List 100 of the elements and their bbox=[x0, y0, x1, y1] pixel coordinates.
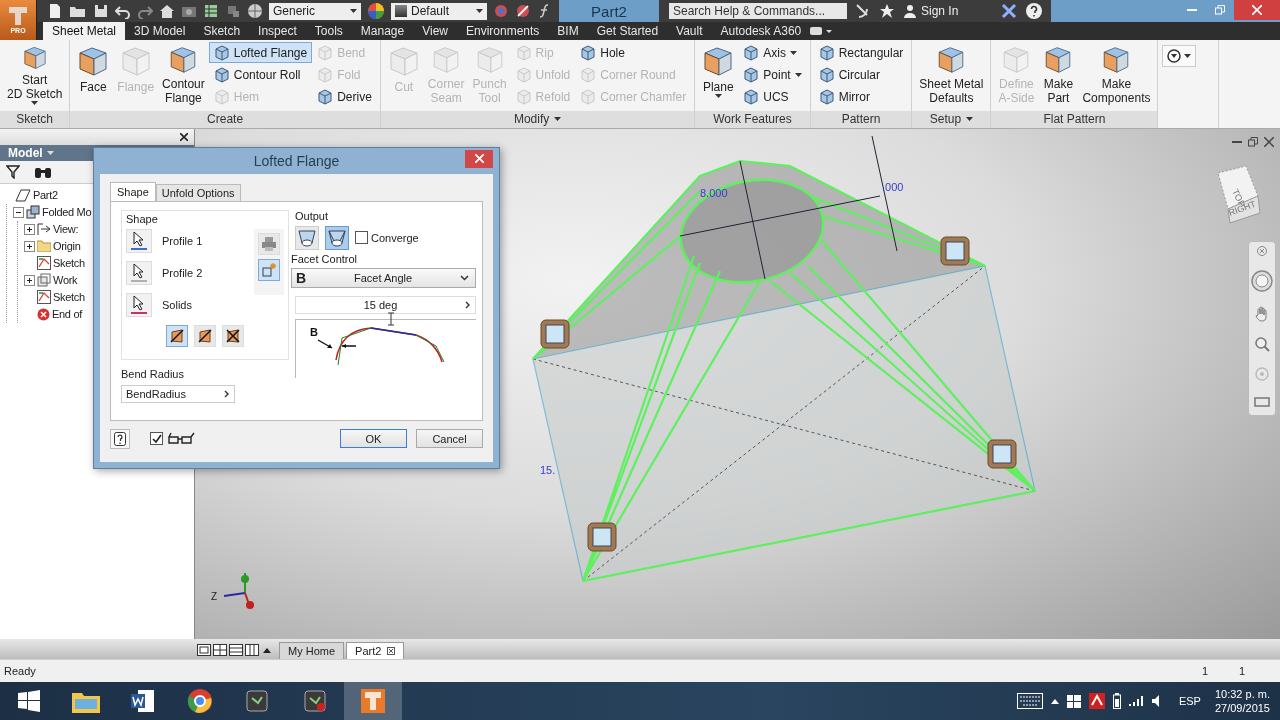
bend-radius-field[interactable]: BendRadius bbox=[121, 384, 235, 403]
zoom-icon[interactable] bbox=[1254, 335, 1270, 352]
tree-item[interactable]: Folded Mo bbox=[42, 206, 92, 219]
output-mode-button[interactable] bbox=[325, 225, 349, 250]
ribbon-button[interactable]: Make Part bbox=[1039, 43, 1078, 107]
ribbon-button[interactable]: Rectangular bbox=[814, 43, 908, 62]
clock[interactable]: 10:32 p. m. 27/09/2015 bbox=[1214, 687, 1270, 715]
ribbon-tab[interactable]: Environments bbox=[457, 22, 549, 40]
ribbon-button[interactable]: Point bbox=[739, 65, 806, 84]
select-button[interactable] bbox=[126, 292, 152, 317]
close-icon[interactable] bbox=[180, 132, 188, 141]
signal-icon[interactable] bbox=[1128, 695, 1143, 707]
ribbon-tab[interactable]: Inspect bbox=[249, 22, 306, 40]
preview-checkbox[interactable] bbox=[150, 432, 163, 446]
shield-icon[interactable] bbox=[1088, 693, 1105, 709]
tree-item[interactable]: Origin bbox=[53, 240, 81, 253]
language-indicator[interactable]: ESP bbox=[1172, 695, 1207, 707]
save-icon[interactable] bbox=[93, 3, 109, 19]
ribbon-button[interactable]: UCS bbox=[739, 87, 806, 106]
tree-item[interactable]: Sketch bbox=[53, 291, 85, 304]
window-layout-icon[interactable] bbox=[213, 644, 227, 657]
ribbon-button[interactable]: Axis bbox=[739, 43, 806, 62]
new-file-icon[interactable] bbox=[47, 3, 63, 19]
globe-icon[interactable] bbox=[247, 3, 263, 19]
ribbon-button[interactable]: Sheet Metal Defaults bbox=[916, 43, 987, 107]
ribbon-tab[interactable]: Sheet Metal bbox=[43, 22, 126, 40]
ribbon-button[interactable]: Mirror bbox=[814, 87, 908, 106]
undo-icon[interactable] bbox=[115, 3, 131, 19]
close-button[interactable] bbox=[1234, 0, 1280, 20]
window-layout-icon[interactable] bbox=[245, 644, 259, 657]
filter-icon[interactable] bbox=[6, 164, 20, 179]
panel-title[interactable]: Sketch bbox=[0, 110, 70, 128]
panel-title[interactable]: Create bbox=[70, 110, 380, 128]
view-cube[interactable] bbox=[1217, 165, 1261, 224]
ribbon-button[interactable]: Make Components bbox=[1079, 43, 1154, 107]
output-mode-button[interactable] bbox=[295, 225, 319, 250]
star-icon[interactable] bbox=[879, 3, 895, 19]
panel-title[interactable]: Flat Pattern bbox=[991, 110, 1158, 128]
home-icon[interactable] bbox=[159, 3, 175, 19]
window-layout-icon[interactable] bbox=[229, 644, 243, 657]
ribbon-button[interactable]: Derive bbox=[313, 87, 376, 106]
dimension-label[interactable]: .000 bbox=[882, 180, 904, 193]
tree-item[interactable]: Sketch bbox=[53, 257, 85, 270]
ribbon-tab[interactable]: View bbox=[413, 22, 457, 40]
pan-icon[interactable] bbox=[1254, 305, 1270, 322]
converge-checkbox[interactable]: Converge bbox=[355, 231, 419, 245]
help-button[interactable] bbox=[110, 428, 130, 449]
panel-title[interactable]: Work Features bbox=[695, 110, 810, 128]
ribbon-button[interactable]: Contour Flange bbox=[159, 43, 208, 107]
windows-logo-icon[interactable] bbox=[1066, 694, 1081, 708]
expand-icon[interactable] bbox=[24, 240, 35, 252]
facet-method-dropdown[interactable]: B Facet Angle bbox=[291, 267, 476, 288]
tree-item[interactable]: View: bbox=[53, 223, 79, 236]
ribbon-tab[interactable]: 3D Model bbox=[125, 22, 195, 40]
panel-title[interactable]: Pattern bbox=[810, 110, 912, 128]
clear-appearance-icon[interactable] bbox=[515, 3, 531, 19]
steering-wheel-icon[interactable] bbox=[1251, 269, 1273, 292]
dialog-tab[interactable]: Shape bbox=[110, 181, 156, 201]
chevron-up-icon[interactable] bbox=[1050, 698, 1059, 704]
tree-item[interactable]: End of bbox=[52, 308, 82, 321]
redo-icon[interactable] bbox=[137, 3, 153, 19]
minimize-icon[interactable] bbox=[1232, 140, 1242, 143]
customize-button[interactable] bbox=[1162, 45, 1197, 67]
help-icon[interactable] bbox=[1025, 2, 1043, 20]
select-button[interactable] bbox=[126, 260, 152, 285]
document-tab[interactable]: My Home bbox=[279, 642, 345, 660]
close-button[interactable] bbox=[465, 149, 493, 168]
flip-button[interactable] bbox=[166, 324, 188, 347]
dialog-button[interactable]: OK bbox=[340, 429, 407, 449]
ribbon-button[interactable]: Start 2D Sketch bbox=[4, 43, 66, 107]
expand-icon[interactable] bbox=[24, 274, 35, 286]
ribbon-tab[interactable]: Autodesk A360 bbox=[711, 22, 811, 40]
tree-item[interactable]: Part2 bbox=[33, 189, 58, 202]
ribbon-tab[interactable]: BIM bbox=[548, 22, 588, 40]
facet-angle-field[interactable]: 15 deg bbox=[295, 295, 476, 314]
ribbon-button[interactable]: Hole bbox=[576, 43, 691, 62]
tree-item[interactable]: Work bbox=[53, 274, 78, 287]
style-dropdown[interactable]: Generic bbox=[269, 2, 361, 20]
ribbon-tab[interactable]: Get Started bbox=[587, 22, 668, 40]
dialog-button[interactable]: Cancel bbox=[416, 429, 483, 449]
ribbon-button[interactable]: Contour Roll bbox=[209, 65, 312, 84]
document-tab[interactable]: Part2 bbox=[346, 642, 405, 660]
ribbon-tab[interactable]: Manage bbox=[351, 22, 414, 40]
ribbon-button[interactable]: Face bbox=[74, 43, 113, 107]
window-layout-icon[interactable] bbox=[197, 644, 211, 657]
select-button[interactable] bbox=[126, 228, 152, 253]
ribbon-tab[interactable]: Vault bbox=[667, 22, 712, 40]
dimension-label[interactable]: 15. bbox=[540, 463, 556, 476]
ribbon-button[interactable]: Circular bbox=[814, 65, 908, 84]
sign-in-button[interactable]: Sign In bbox=[903, 4, 993, 18]
restore-icon[interactable] bbox=[1248, 136, 1258, 147]
battery-icon[interactable] bbox=[1112, 693, 1121, 709]
grid-icon[interactable] bbox=[203, 3, 219, 19]
panel-toggle-icon[interactable] bbox=[810, 26, 833, 36]
ribbon-tab[interactable]: Sketch bbox=[194, 22, 250, 40]
keyboard-icon[interactable] bbox=[1016, 693, 1043, 709]
panel-title[interactable]: Modify bbox=[380, 110, 695, 128]
cube-icon[interactable] bbox=[225, 3, 241, 19]
collapse-icon[interactable] bbox=[13, 206, 24, 218]
dialog-tab[interactable]: Unfold Options bbox=[155, 183, 241, 201]
